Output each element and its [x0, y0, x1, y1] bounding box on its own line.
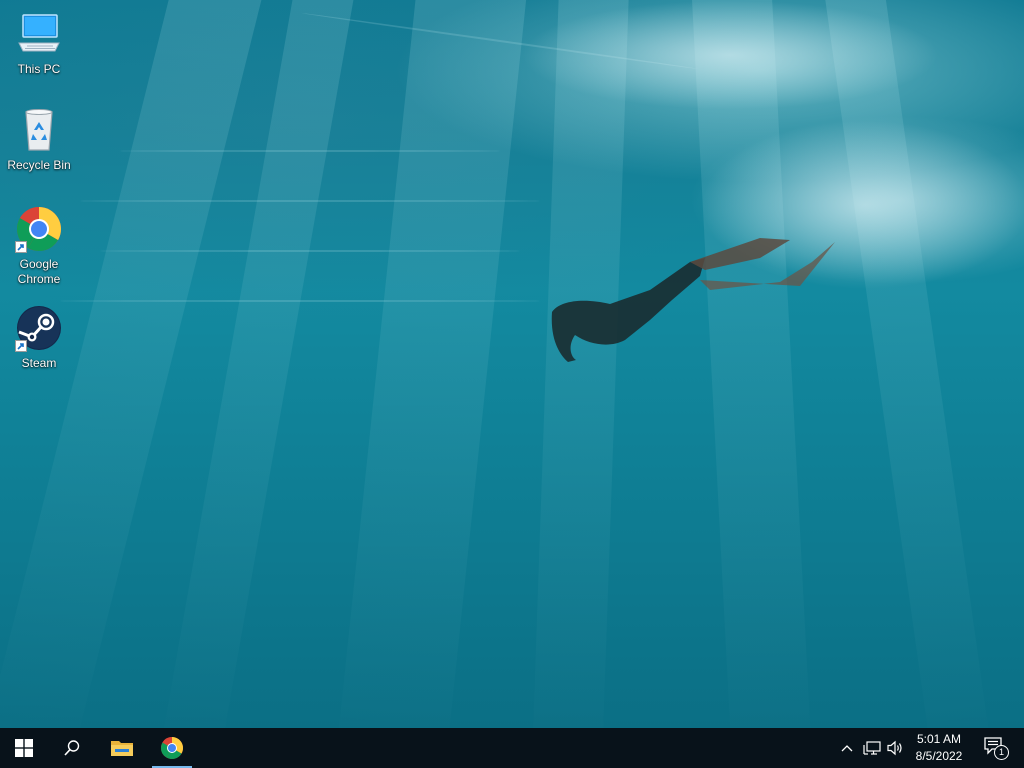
windows-logo-icon	[15, 739, 33, 757]
volume-button[interactable]	[884, 728, 908, 768]
network-icon	[863, 740, 881, 756]
taskbar-file-explorer[interactable]	[98, 728, 146, 768]
chrome-icon	[15, 205, 63, 253]
steam-icon	[15, 304, 63, 352]
taskbar: 5:01 AM 8/5/2022 1	[0, 728, 1024, 768]
speaker-icon	[887, 740, 905, 756]
desktop-icon-this-pc[interactable]: This PC	[1, 10, 77, 77]
network-status-button[interactable]	[860, 728, 884, 768]
notification-count-badge: 1	[994, 745, 1009, 760]
desktop-wallpaper[interactable]: This PC Recycle Bin Google Chrome Steam	[0, 0, 1024, 728]
desktop-icon-label: Google Chrome	[17, 257, 61, 286]
search-icon	[63, 739, 81, 757]
freediver-silhouette	[551, 238, 835, 362]
desktop-icon-label: Recycle Bin	[7, 158, 71, 172]
desktop-icon-steam[interactable]: Steam	[1, 304, 77, 371]
taskbar-google-chrome[interactable]	[148, 728, 196, 768]
folder-icon	[110, 738, 134, 758]
action-center-icon: 1	[984, 737, 1009, 760]
chrome-icon	[160, 736, 184, 760]
desktop-icon-label: Steam	[21, 356, 57, 370]
desktop-icon-google-chrome[interactable]: Google Chrome	[1, 205, 77, 287]
computer-monitor-icon	[15, 10, 63, 58]
desktop-icon-recycle-bin[interactable]: Recycle Bin	[1, 106, 77, 173]
shortcut-arrow-icon	[15, 340, 27, 352]
shortcut-arrow-icon	[15, 241, 27, 253]
desktop-icon-label: This PC	[17, 62, 61, 76]
recycle-bin-icon	[15, 106, 63, 154]
taskbar-clock[interactable]: 5:01 AM 8/5/2022	[906, 731, 972, 765]
clock-date: 8/5/2022	[915, 749, 963, 763]
action-center-button[interactable]: 1	[976, 728, 1016, 768]
tray-overflow-button[interactable]	[836, 728, 858, 768]
clock-time: 5:01 AM	[916, 732, 962, 746]
chevron-up-icon	[841, 744, 853, 752]
start-button[interactable]	[0, 728, 48, 768]
search-button[interactable]	[48, 728, 96, 768]
